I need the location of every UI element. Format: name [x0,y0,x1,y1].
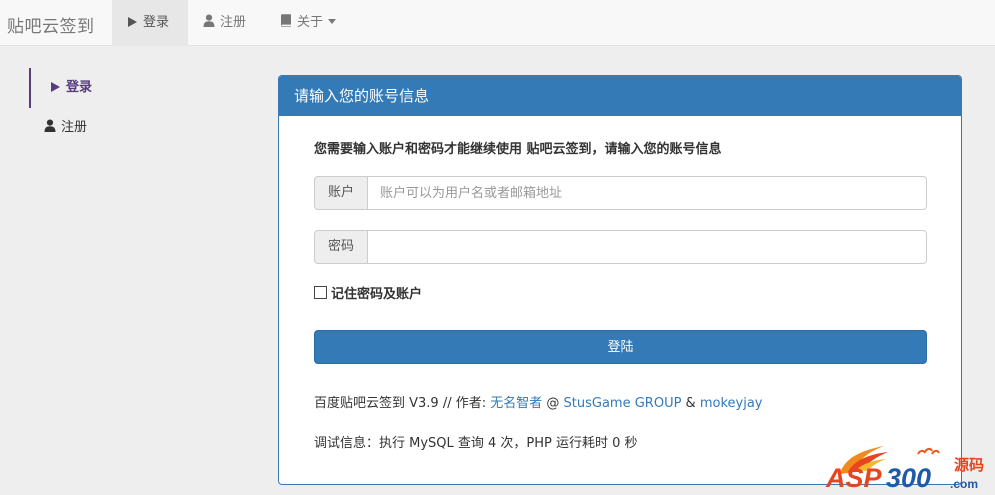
account-input-group: 账户 [314,176,927,210]
remember-me-checkbox[interactable] [314,286,327,299]
credits-line: 百度贴吧云签到 V3.9 // 作者: 无名智者 @ StusGame GROU… [314,392,762,411]
password-input-group: 密码 [314,230,927,264]
nav-item-register-label: 注册 [220,15,247,30]
account-input[interactable] [367,176,927,210]
login-intro-text: 您需要输入账户和密码才能继续使用 贴吧云签到，请输入您的账号信息 [314,142,722,157]
nav-item-login[interactable]: 登录 [112,0,188,46]
sidebar-item-login[interactable]: 登录 [29,68,209,108]
group-link[interactable]: StusGame GROUP [564,396,682,411]
login-panel: 请输入您的账号信息 您需要输入账户和密码才能继续使用 贴吧云签到，请输入您的账号… [278,75,962,485]
nav-item-register[interactable]: 注册 [203,0,246,46]
watermark-asp-text: ASP [825,463,883,492]
top-navbar: 贴吧云签到 登录 注册 关于 [0,0,995,46]
book-icon [281,14,291,27]
brand-title[interactable]: 贴吧云签到 [7,12,95,37]
nav-item-about[interactable]: 关于 [280,0,337,46]
remember-me-label: 记住密码及账户 [331,287,423,302]
watermark-cn-text: 源码 [954,456,984,474]
watermark-number-text: 300 [886,463,931,492]
account-label: 账户 [314,176,368,210]
remember-me-option[interactable]: 记住密码及账户 [314,286,422,304]
user-icon [44,119,56,132]
nav-item-about-label: 关于 [297,15,324,30]
sidebar-item-register[interactable]: 注册 [29,108,209,148]
password-label: 密码 [314,230,368,264]
user-icon [203,14,215,27]
credits-prefix: 百度贴吧云签到 V3.9 // 作者: [314,396,491,411]
coauthor-link[interactable]: mokeyjay [700,396,763,411]
author-link[interactable]: 无名智者 [490,396,542,411]
debug-info: 调试信息：执行 MySQL 查询 4 次，PHP 运行耗时 0 秒 [314,436,638,451]
sidebar-item-register-label: 注册 [61,120,88,135]
asp300-watermark-logo: ASP 300 源码 .com [825,446,984,492]
watermark-com-text: .com [950,477,978,491]
sidebar-item-login-label: 登录 [66,80,93,95]
credits-at: @ [542,396,564,411]
credits-amp: & [681,396,700,411]
panel-heading: 请输入您的账号信息 [279,76,961,116]
login-button[interactable]: 登陆 [314,330,927,364]
play-icon [51,82,60,92]
chevron-down-icon [328,19,337,24]
play-icon [128,17,137,27]
nav-item-login-label: 登录 [143,15,170,30]
password-input[interactable] [367,230,927,264]
